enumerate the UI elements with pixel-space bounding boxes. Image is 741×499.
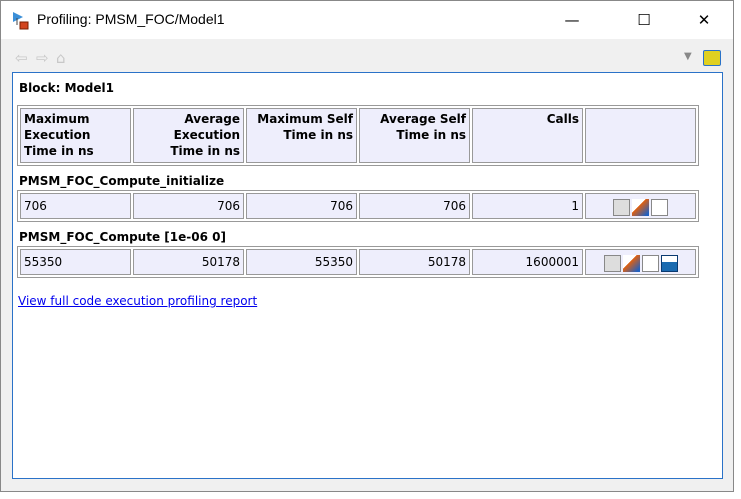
table-row: 706 706 706 706 1 — [20, 193, 696, 219]
plot-icon[interactable] — [651, 199, 668, 216]
cell-avg-exec: 706 — [133, 193, 244, 219]
cell-calls: 1600001 — [472, 249, 583, 275]
back-icon[interactable]: ⇦ — [15, 49, 28, 67]
header-calls: Calls — [472, 108, 583, 163]
cell-avg-self: 706 — [359, 193, 470, 219]
full-report-link[interactable]: View full code execution profiling repor… — [18, 294, 257, 308]
histogram-icon[interactable] — [660, 255, 678, 272]
header-avg-self: Average Self Time in ns — [359, 108, 470, 163]
dock-icon[interactable] — [703, 50, 721, 66]
block-label: Block: Model1 — [19, 81, 114, 95]
minimize-button[interactable]: — — [549, 1, 595, 39]
matlab-icon[interactable] — [632, 199, 649, 216]
header-max-self: Maximum Self Time in ns — [246, 108, 357, 163]
table-row: 55350 50178 55350 50178 1600001 — [20, 249, 696, 275]
header-table: Maximum Execution Time in ns Average Exe… — [17, 105, 699, 166]
header-actions — [585, 108, 696, 163]
simulink-block-icon — [13, 12, 29, 30]
cell-max-exec: 55350 — [20, 249, 131, 275]
section-title: PMSM_FOC_Compute_initialize — [19, 174, 225, 188]
toolbar: ⇦ ⇨ ⌂ ▼ — [1, 39, 733, 71]
header-max-exec: Maximum Execution Time in ns — [20, 108, 131, 163]
section-title: PMSM_FOC_Compute [1e-06 0] — [19, 230, 226, 244]
cell-avg-self: 50178 — [359, 249, 470, 275]
close-button[interactable]: ✕ — [681, 1, 727, 39]
cell-max-self: 706 — [246, 193, 357, 219]
plot-icon[interactable] — [641, 255, 659, 272]
cell-actions — [585, 249, 696, 275]
code-icon[interactable] — [603, 255, 621, 272]
header-avg-exec: Average Execution Time in ns — [133, 108, 244, 163]
cell-max-exec: 706 — [20, 193, 131, 219]
window-title: Profiling: PMSM_FOC/Model1 — [37, 11, 225, 27]
home-icon[interactable]: ⌂ — [56, 49, 66, 67]
profiling-window: Profiling: PMSM_FOC/Model1 — ☐ ✕ ⇦ ⇨ ⌂ ▼… — [0, 0, 734, 492]
data-table: 55350 50178 55350 50178 1600001 — [17, 246, 699, 278]
cell-calls: 1 — [472, 193, 583, 219]
cell-max-self: 55350 — [246, 249, 357, 275]
maximize-button[interactable]: ☐ — [621, 1, 667, 39]
dropdown-icon[interactable]: ▼ — [684, 51, 692, 62]
code-icon[interactable] — [613, 199, 630, 216]
cell-actions — [585, 193, 696, 219]
data-table: 706 706 706 706 1 — [17, 190, 699, 222]
forward-icon[interactable]: ⇨ — [36, 49, 49, 67]
matlab-icon[interactable] — [622, 255, 640, 272]
report-panel: Block: Model1 Maximum Execution Time in … — [12, 72, 723, 479]
cell-avg-exec: 50178 — [133, 249, 244, 275]
title-bar: Profiling: PMSM_FOC/Model1 — ☐ ✕ — [1, 1, 733, 39]
